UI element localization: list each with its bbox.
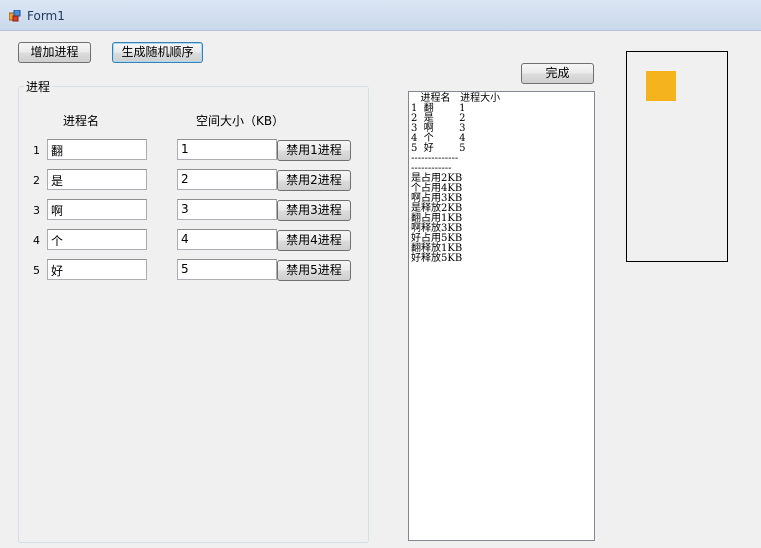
process-name-input-1[interactable]: 翻 (47, 139, 147, 160)
process-size-input-3[interactable]: 3 (177, 199, 277, 220)
row-number: 2 (33, 174, 40, 187)
process-size-input-5[interactable]: 5 (177, 259, 277, 280)
output-listbox[interactable]: 进程名 进程大小 1 翻 1 2 是 2 3 啊 3 4 个 4 5 好 5 -… (408, 91, 595, 541)
disable-process-4-button[interactable]: 禁用4进程 (277, 230, 351, 251)
random-order-button[interactable]: 生成随机顺序 (112, 42, 203, 63)
process-size-input-2[interactable]: 2 (177, 169, 277, 190)
process-name-input-3[interactable]: 啊 (47, 199, 147, 220)
space-size-header: 空间大小（KB） (196, 114, 285, 128)
disable-process-2-button[interactable]: 禁用2进程 (277, 170, 351, 191)
add-process-button[interactable]: 增加进程 (18, 42, 91, 63)
process-name-input-4[interactable]: 个 (47, 229, 147, 250)
process-name-input-2[interactable]: 是 (47, 169, 147, 190)
row-number: 1 (33, 144, 40, 157)
list-item: 好释放5KB (411, 253, 463, 264)
window-title: Form1 (27, 9, 65, 23)
memory-panel (626, 51, 728, 262)
memory-block (646, 71, 676, 101)
title-bar[interactable]: Form1 (0, 0, 761, 31)
disable-process-3-button[interactable]: 禁用3进程 (277, 200, 351, 221)
row-number: 4 (33, 234, 40, 247)
process-size-input-1[interactable]: 1 (177, 139, 277, 160)
process-name-header: 进程名 (63, 114, 100, 128)
row-number: 3 (33, 204, 40, 217)
process-size-input-4[interactable]: 4 (177, 229, 277, 250)
row-number: 5 (33, 264, 40, 277)
process-group-legend: 进程 (24, 78, 53, 95)
form-icon (9, 10, 21, 22)
process-name-input-5[interactable]: 好 (47, 259, 147, 280)
disable-process-1-button[interactable]: 禁用1进程 (277, 140, 351, 161)
done-button[interactable]: 完成 (521, 63, 594, 84)
disable-process-5-button[interactable]: 禁用5进程 (277, 260, 351, 281)
form-client-area: 增加进程 生成随机顺序 完成 进程 进程名 空间大小（KB） 1 翻 1 禁用1… (0, 31, 761, 548)
